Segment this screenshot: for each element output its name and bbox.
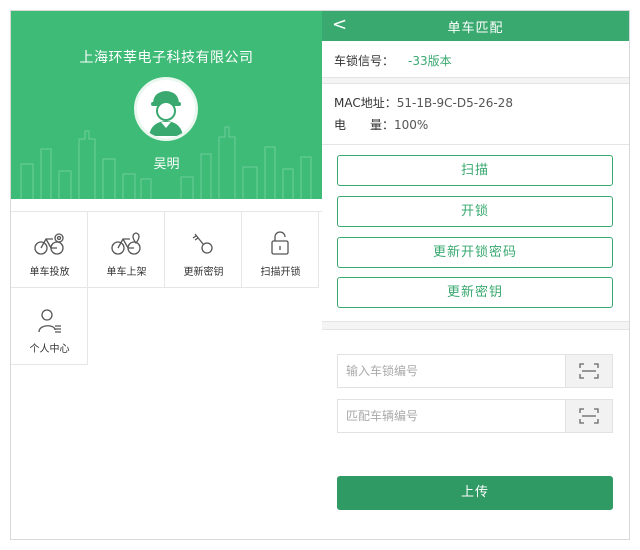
home-panel: 上海环莘电子科技有限公司 吴明 单车投放 单车上架 更新密钥 扫描开锁 个人中心 (11, 11, 323, 539)
company-name: 上海环莘电子科技有限公司 (79, 50, 254, 66)
key-icon (192, 233, 213, 254)
avatar[interactable] (134, 77, 198, 141)
device-info: MAC地址：51-1B-9C-D5-26-28 电 量：100% (322, 83, 629, 145)
lock-signal-row: 车锁信号： -33版本 (322, 41, 629, 78)
user-avatar-icon (137, 80, 195, 138)
scan-frame-icon (579, 408, 599, 424)
lock-number-input[interactable] (338, 355, 566, 387)
lock-number-field (337, 354, 613, 388)
menu-label: 单车投放 (29, 267, 70, 278)
menu-item-personal-center[interactable]: 个人中心 (11, 288, 88, 365)
menu-label: 更新密钥 (183, 267, 224, 278)
menu-item-update-key[interactable]: 更新密钥 (165, 211, 242, 288)
action-buttons: 扫描 开锁 更新开锁密码 更新密钥 (322, 145, 629, 322)
screenshot-frame: 上海环莘电子科技有限公司 吴明 单车投放 单车上架 更新密钥 扫描开锁 个人中心… (10, 10, 630, 540)
mac-label: MAC地址： (334, 96, 397, 110)
battery-label: 电 量： (334, 118, 395, 132)
battery-value: 100% (394, 118, 429, 132)
mac-row: MAC地址：51-1B-9C-D5-26-28 (334, 94, 513, 111)
scan-lock-button[interactable] (565, 355, 612, 387)
scan-frame-icon (579, 363, 599, 379)
bike-number-input[interactable] (338, 400, 566, 432)
user-list-icon (38, 309, 61, 333)
bike-target-icon (34, 233, 64, 255)
menu-item-scan-unlock[interactable]: 扫描开锁 (242, 211, 319, 288)
profile-header: 上海环莘电子科技有限公司 吴明 (11, 11, 322, 199)
page-title: 单车匹配 (447, 21, 504, 36)
lock-signal-value: -33版本 (408, 54, 452, 68)
unlock-button[interactable]: 开锁 (337, 196, 613, 227)
update-key-button[interactable]: 更新密钥 (337, 277, 613, 308)
bike-number-field (337, 399, 613, 433)
scan-bike-button[interactable] (565, 400, 612, 432)
battery-row: 电 量：100% (334, 116, 428, 133)
update-unlock-password-button[interactable]: 更新开锁密码 (337, 237, 613, 268)
unlock-icon (271, 231, 289, 255)
menu-label: 扫描开锁 (260, 267, 301, 278)
scan-button[interactable]: 扫描 (337, 155, 613, 186)
menu-item-bike-shelf[interactable]: 单车上架 (88, 211, 165, 288)
bike-location-icon (111, 232, 141, 255)
menu-item-bike-deploy[interactable]: 单车投放 (11, 211, 88, 288)
bike-match-panel: < 单车匹配 车锁信号： -33版本 MAC地址：51-1B-9C-D5-26-… (322, 11, 629, 539)
mac-value: 51-1B-9C-D5-26-28 (396, 96, 513, 110)
username: 吴明 (153, 157, 180, 172)
title-bar: < 单车匹配 (322, 11, 629, 41)
lock-signal-label: 车锁信号： (334, 54, 395, 68)
menu-label: 单车上架 (106, 267, 147, 278)
upload-button[interactable]: 上传 (337, 476, 613, 510)
menu-label: 个人中心 (29, 344, 70, 355)
match-form: 上传 (322, 329, 629, 539)
